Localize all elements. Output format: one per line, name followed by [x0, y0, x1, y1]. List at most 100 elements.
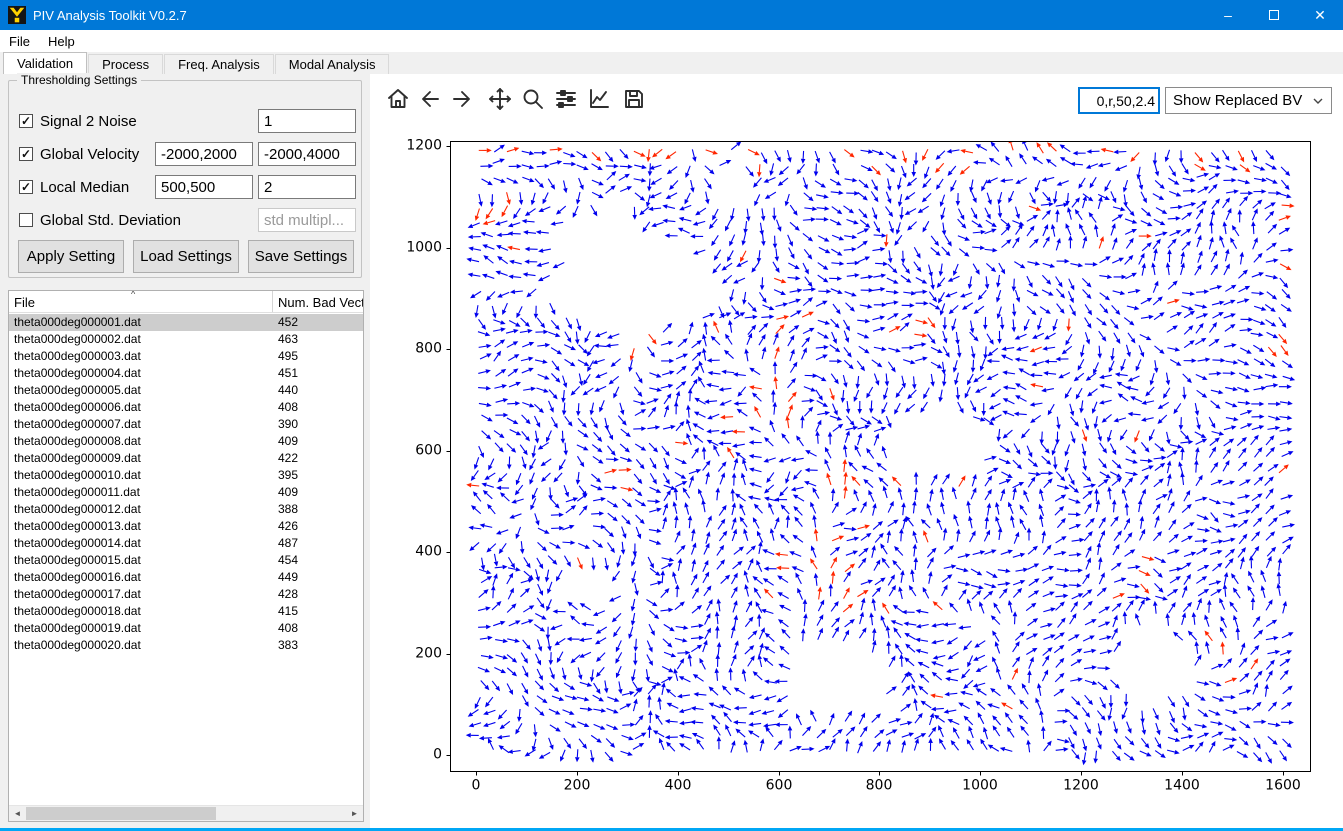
- table-header: ^ File Num. Bad Vector: [9, 291, 363, 313]
- table-row[interactable]: theta000deg000016.dat449: [9, 569, 363, 586]
- file-cell: theta000deg000015.dat: [9, 552, 273, 569]
- global-velocity-checkbox[interactable]: [19, 147, 33, 161]
- home-icon: [386, 87, 410, 111]
- bad-vector-count-cell: 390: [273, 416, 298, 433]
- scroll-right-icon[interactable]: ►: [346, 806, 363, 821]
- file-cell: theta000deg000016.dat: [9, 569, 273, 586]
- group-title: Thresholding Settings: [17, 73, 141, 87]
- show-replaced-bv-dropdown[interactable]: Show Replaced BV: [1165, 87, 1332, 114]
- local-median-window-input[interactable]: [155, 175, 253, 199]
- zoom-button[interactable]: [519, 85, 547, 113]
- tab-validation[interactable]: Validation: [3, 52, 87, 74]
- file-cell: theta000deg000014.dat: [9, 535, 273, 552]
- load-settings-button[interactable]: Load Settings: [133, 240, 239, 273]
- dropdown-value: Show Replaced BV: [1173, 92, 1302, 109]
- table-row[interactable]: theta000deg000010.dat395: [9, 467, 363, 484]
- bad-vector-count-cell: 408: [273, 620, 298, 637]
- table-row[interactable]: theta000deg000003.dat495: [9, 348, 363, 365]
- table-row[interactable]: theta000deg000012.dat388: [9, 501, 363, 518]
- pan-button[interactable]: [486, 85, 514, 113]
- window-controls: – ✕: [1205, 0, 1343, 30]
- tab-freq-analysis[interactable]: Freq. Analysis: [164, 54, 274, 74]
- file-cell: theta000deg000011.dat: [9, 484, 273, 501]
- close-button[interactable]: ✕: [1297, 0, 1343, 30]
- vector-scale-input[interactable]: [1078, 87, 1160, 114]
- bad-vector-count-cell: 388: [273, 501, 298, 518]
- global-velocity-v-input[interactable]: [258, 142, 356, 166]
- zoom-icon: [521, 87, 545, 111]
- left-panel: Thresholding Settings Signal 2 Noise Glo…: [0, 74, 370, 831]
- global-std-label: Global Std. Deviation: [40, 212, 181, 229]
- table-row[interactable]: theta000deg000002.dat463: [9, 331, 363, 348]
- global-std-checkbox[interactable]: [19, 213, 33, 227]
- table-row[interactable]: theta000deg000017.dat428: [9, 586, 363, 603]
- maximize-button[interactable]: [1251, 0, 1297, 30]
- file-cell: theta000deg000003.dat: [9, 348, 273, 365]
- table-row[interactable]: theta000deg000011.dat409: [9, 484, 363, 501]
- bad-vector-count-cell: 383: [273, 637, 298, 654]
- home-button[interactable]: [384, 85, 412, 113]
- bad-vector-count-cell: 454: [273, 552, 298, 569]
- table-row[interactable]: theta000deg000004.dat451: [9, 365, 363, 382]
- customize-axes-button[interactable]: [585, 85, 613, 113]
- file-cell: theta000deg000007.dat: [9, 416, 273, 433]
- file-cell: theta000deg000005.dat: [9, 382, 273, 399]
- table-row[interactable]: theta000deg000005.dat440: [9, 382, 363, 399]
- chevron-down-icon: [1312, 95, 1324, 107]
- forward-button[interactable]: [448, 85, 476, 113]
- window-title: PIV Analysis Toolkit V0.2.7: [33, 8, 187, 23]
- minimize-button[interactable]: –: [1205, 0, 1251, 30]
- file-cell: theta000deg000008.dat: [9, 433, 273, 450]
- table-body: theta000deg000001.dat452theta000deg00000…: [9, 314, 363, 805]
- configure-subplots-button[interactable]: [552, 85, 580, 113]
- file-cell: theta000deg000017.dat: [9, 586, 273, 603]
- signal2noise-checkbox[interactable]: [19, 114, 33, 128]
- save-figure-button[interactable]: [620, 85, 648, 113]
- table-row[interactable]: theta000deg000019.dat408: [9, 620, 363, 637]
- quiver-plot-canvas[interactable]: [370, 74, 1343, 828]
- back-button[interactable]: [416, 85, 444, 113]
- column-header-file[interactable]: File: [9, 291, 273, 312]
- file-cell: theta000deg000009.dat: [9, 450, 273, 467]
- save-settings-button[interactable]: Save Settings: [248, 240, 354, 273]
- bad-vector-count-cell: 415: [273, 603, 298, 620]
- file-cell: theta000deg000012.dat: [9, 501, 273, 518]
- pan-icon: [488, 87, 512, 111]
- bad-vector-count-cell: 451: [273, 365, 298, 382]
- thresholding-settings-group: Thresholding Settings Signal 2 Noise Glo…: [8, 80, 362, 278]
- table-row[interactable]: theta000deg000006.dat408: [9, 399, 363, 416]
- bad-vector-count-cell: 452: [273, 314, 298, 331]
- global-std-multiplier-input[interactable]: [258, 208, 356, 232]
- table-row[interactable]: theta000deg000013.dat426: [9, 518, 363, 535]
- file-cell: theta000deg000002.dat: [9, 331, 273, 348]
- tab-modal-analysis[interactable]: Modal Analysis: [275, 54, 390, 74]
- horizontal-scrollbar[interactable]: ◄ ►: [9, 805, 363, 821]
- subplots-icon: [554, 87, 578, 111]
- tab-process[interactable]: Process: [88, 54, 163, 74]
- table-row[interactable]: theta000deg000001.dat452: [9, 314, 363, 331]
- scrollbar-thumb[interactable]: [26, 807, 216, 820]
- global-std-row: Global Std. Deviation: [19, 208, 181, 232]
- column-header-num-bad-vector[interactable]: Num. Bad Vector: [273, 291, 363, 312]
- table-row[interactable]: theta000deg000008.dat409: [9, 433, 363, 450]
- global-velocity-u-input[interactable]: [155, 142, 253, 166]
- table-row[interactable]: theta000deg000018.dat415: [9, 603, 363, 620]
- local-median-threshold-input[interactable]: [258, 175, 356, 199]
- apply-settings-button[interactable]: Apply Setting: [18, 240, 124, 273]
- back-icon: [418, 87, 442, 111]
- customize-axes-icon: [587, 87, 611, 111]
- signal2noise-input[interactable]: [258, 109, 356, 133]
- app-icon: [8, 6, 26, 24]
- table-row[interactable]: theta000deg000015.dat454: [9, 552, 363, 569]
- menu-help[interactable]: Help: [39, 30, 84, 52]
- bad-vector-count-cell: 428: [273, 586, 298, 603]
- table-row[interactable]: theta000deg000009.dat422: [9, 450, 363, 467]
- scroll-left-icon[interactable]: ◄: [9, 806, 26, 821]
- table-row[interactable]: theta000deg000007.dat390: [9, 416, 363, 433]
- local-median-checkbox[interactable]: [19, 180, 33, 194]
- forward-icon: [450, 87, 474, 111]
- save-icon: [622, 87, 646, 111]
- table-row[interactable]: theta000deg000020.dat383: [9, 637, 363, 654]
- table-row[interactable]: theta000deg000014.dat487: [9, 535, 363, 552]
- menu-file[interactable]: File: [0, 30, 39, 52]
